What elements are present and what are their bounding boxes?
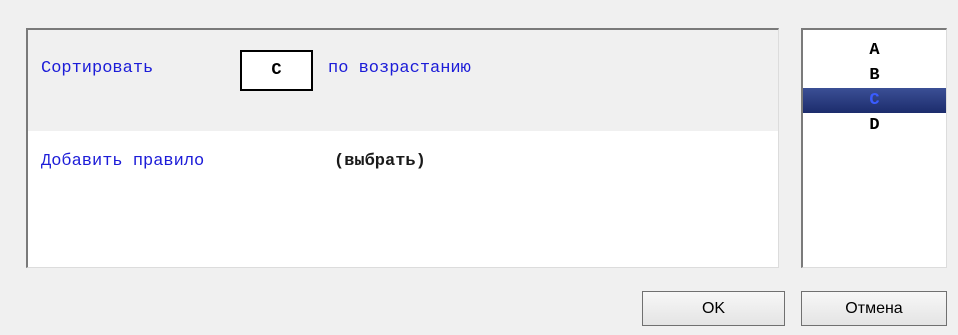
ok-button[interactable]: OK [642, 291, 785, 326]
letter-list-item-d[interactable]: D [803, 113, 946, 138]
letter-list-item-a[interactable]: A [803, 38, 946, 63]
add-rule-choose-link[interactable]: (выбрать) [334, 152, 426, 172]
add-rule-label[interactable]: Добавить правило [41, 152, 204, 172]
sort-prefix-label: Сортировать [41, 59, 154, 78]
cancel-button[interactable]: Отмена [801, 291, 947, 326]
sort-key-field[interactable]: C [240, 50, 313, 91]
sort-order-label[interactable]: по возрастанию [328, 59, 471, 79]
sort-rules-panel: Сортировать C по возрастанию Добавить пр… [26, 28, 779, 268]
column-letter-list[interactable]: A B C D [801, 28, 947, 268]
letter-list-item-b[interactable]: B [803, 63, 946, 88]
letter-list-item-c[interactable]: C [803, 88, 946, 113]
sort-rule-row: Сортировать C по возрастанию [28, 30, 778, 131]
